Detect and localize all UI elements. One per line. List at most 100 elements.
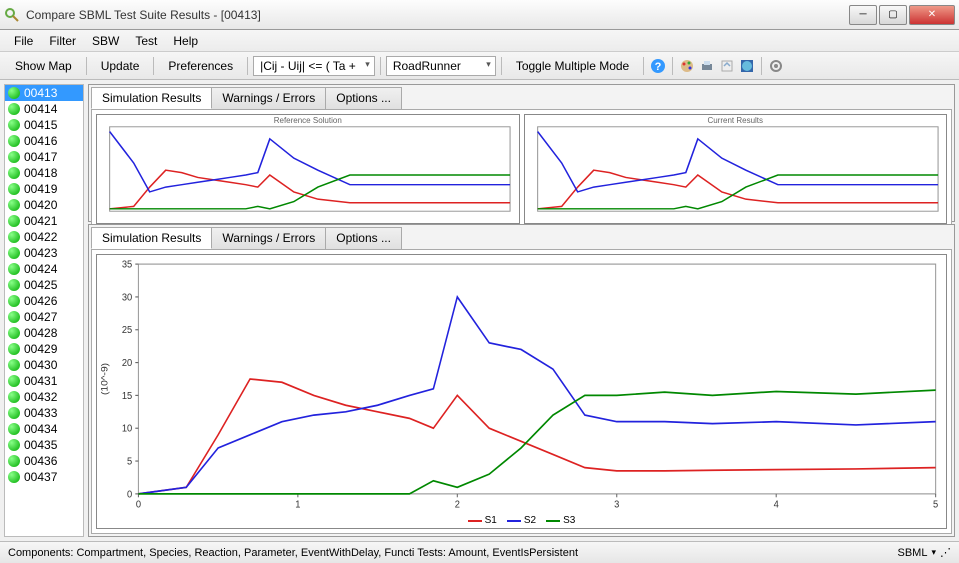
main-chart: 05101520253035012345(10^-9) S1 S2 S3 (96, 254, 947, 529)
tab-options-bottom[interactable]: Options ... (325, 227, 402, 249)
pass-icon (8, 87, 20, 99)
test-item-00431[interactable]: 00431 (5, 373, 83, 389)
test-item-00419[interactable]: 00419 (5, 181, 83, 197)
test-item-00436[interactable]: 00436 (5, 453, 83, 469)
test-item-00427[interactable]: 00427 (5, 309, 83, 325)
pass-icon (8, 311, 20, 323)
test-item-00430[interactable]: 00430 (5, 357, 83, 373)
close-button[interactable]: ✕ (909, 5, 955, 25)
show-map-button[interactable]: Show Map (6, 55, 81, 77)
simulator-combo[interactable]: RoadRunner (386, 56, 496, 76)
menu-help[interactable]: Help (167, 32, 204, 50)
svg-text:30: 30 (122, 292, 133, 304)
tab-simulation-results-top[interactable]: Simulation Results (91, 87, 212, 109)
test-item-00424[interactable]: 00424 (5, 261, 83, 277)
svg-text:(10^-9): (10^-9) (100, 363, 110, 395)
svg-text:0: 0 (127, 489, 133, 501)
menu-sbw[interactable]: SBW (86, 32, 125, 50)
pass-icon (8, 119, 20, 131)
pass-icon (8, 327, 20, 339)
pass-icon (8, 247, 20, 259)
pass-icon (8, 215, 20, 227)
pass-icon (8, 439, 20, 451)
svg-text:2: 2 (455, 499, 460, 511)
test-item-00414[interactable]: 00414 (5, 101, 83, 117)
pass-icon (8, 375, 20, 387)
tab-options-top[interactable]: Options ... (325, 87, 402, 109)
svg-text:5: 5 (127, 456, 133, 468)
pass-icon (8, 151, 20, 163)
menu-file[interactable]: File (8, 32, 39, 50)
svg-text:5: 5 (933, 499, 939, 511)
app-icon (4, 7, 20, 23)
pass-icon (8, 295, 20, 307)
pass-icon (8, 343, 20, 355)
status-components: Components: Compartment, Species, Reacti… (8, 547, 578, 559)
reference-chart: Reference Solution (96, 114, 520, 224)
preferences-button[interactable]: Preferences (159, 55, 242, 77)
help-icon[interactable]: ? (649, 57, 667, 75)
tab-simulation-results-bottom[interactable]: Simulation Results (91, 227, 212, 249)
test-item-00416[interactable]: 00416 (5, 133, 83, 149)
menubar: File Filter SBW Test Help (0, 30, 959, 52)
toolbar: Show Map Update Preferences |Cij - Uij| … (0, 52, 959, 80)
formula-combo[interactable]: |Cij - Uij| <= ( Ta + (253, 56, 375, 76)
globe-icon[interactable] (738, 57, 756, 75)
pass-icon (8, 471, 20, 483)
palette-icon[interactable] (678, 57, 696, 75)
pass-icon (8, 391, 20, 403)
minimize-button[interactable]: ─ (849, 5, 877, 25)
svg-text:25: 25 (122, 325, 133, 337)
printer-icon[interactable] (698, 57, 716, 75)
test-item-00437[interactable]: 00437 (5, 469, 83, 485)
test-item-00422[interactable]: 00422 (5, 229, 83, 245)
test-item-00429[interactable]: 00429 (5, 341, 83, 357)
pass-icon (8, 407, 20, 419)
status-dropdown-icon[interactable]: ▾ (931, 547, 936, 558)
test-item-00423[interactable]: 00423 (5, 245, 83, 261)
test-item-00426[interactable]: 00426 (5, 293, 83, 309)
tab-warnings-errors-bottom[interactable]: Warnings / Errors (211, 227, 326, 249)
gear-icon[interactable] (767, 57, 785, 75)
pass-icon (8, 199, 20, 211)
svg-text:20: 20 (122, 358, 133, 370)
current-chart: Current Results (524, 114, 948, 224)
test-item-00428[interactable]: 00428 (5, 325, 83, 341)
svg-text:35: 35 (122, 259, 133, 271)
toggle-multiple-button[interactable]: Toggle Multiple Mode (507, 55, 638, 77)
svg-text:?: ? (655, 61, 662, 73)
svg-text:3: 3 (614, 499, 619, 511)
menu-test[interactable]: Test (129, 32, 163, 50)
test-item-00418[interactable]: 00418 (5, 165, 83, 181)
svg-text:10: 10 (122, 423, 133, 435)
update-button[interactable]: Update (92, 55, 149, 77)
test-item-00425[interactable]: 00425 (5, 277, 83, 293)
test-item-00433[interactable]: 00433 (5, 405, 83, 421)
test-item-00435[interactable]: 00435 (5, 437, 83, 453)
test-item-00415[interactable]: 00415 (5, 117, 83, 133)
pass-icon (8, 183, 20, 195)
pass-icon (8, 263, 20, 275)
pass-icon (8, 423, 20, 435)
pass-icon (8, 135, 20, 147)
menu-filter[interactable]: Filter (43, 32, 82, 50)
test-item-00432[interactable]: 00432 (5, 389, 83, 405)
test-item-00421[interactable]: 00421 (5, 213, 83, 229)
titlebar: Compare SBML Test Suite Results - [00413… (0, 0, 959, 30)
pass-icon (8, 359, 20, 371)
resize-grip-icon[interactable]: ⋰ (940, 546, 951, 559)
test-item-00413[interactable]: 00413 (5, 85, 83, 101)
test-list[interactable]: 0041300414004150041600417004180041900420… (4, 84, 84, 537)
test-item-00417[interactable]: 00417 (5, 149, 83, 165)
test-item-00420[interactable]: 00420 (5, 197, 83, 213)
export-icon[interactable] (718, 57, 736, 75)
chart-legend: S1 S2 S3 (97, 513, 946, 528)
tab-warnings-errors-top[interactable]: Warnings / Errors (211, 87, 326, 109)
svg-text:0: 0 (136, 499, 142, 511)
maximize-button[interactable]: ▢ (879, 5, 907, 25)
test-item-00434[interactable]: 00434 (5, 421, 83, 437)
pass-icon (8, 279, 20, 291)
pass-icon (8, 103, 20, 115)
statusbar: Components: Compartment, Species, Reacti… (0, 541, 959, 563)
status-format: SBML (898, 547, 928, 559)
